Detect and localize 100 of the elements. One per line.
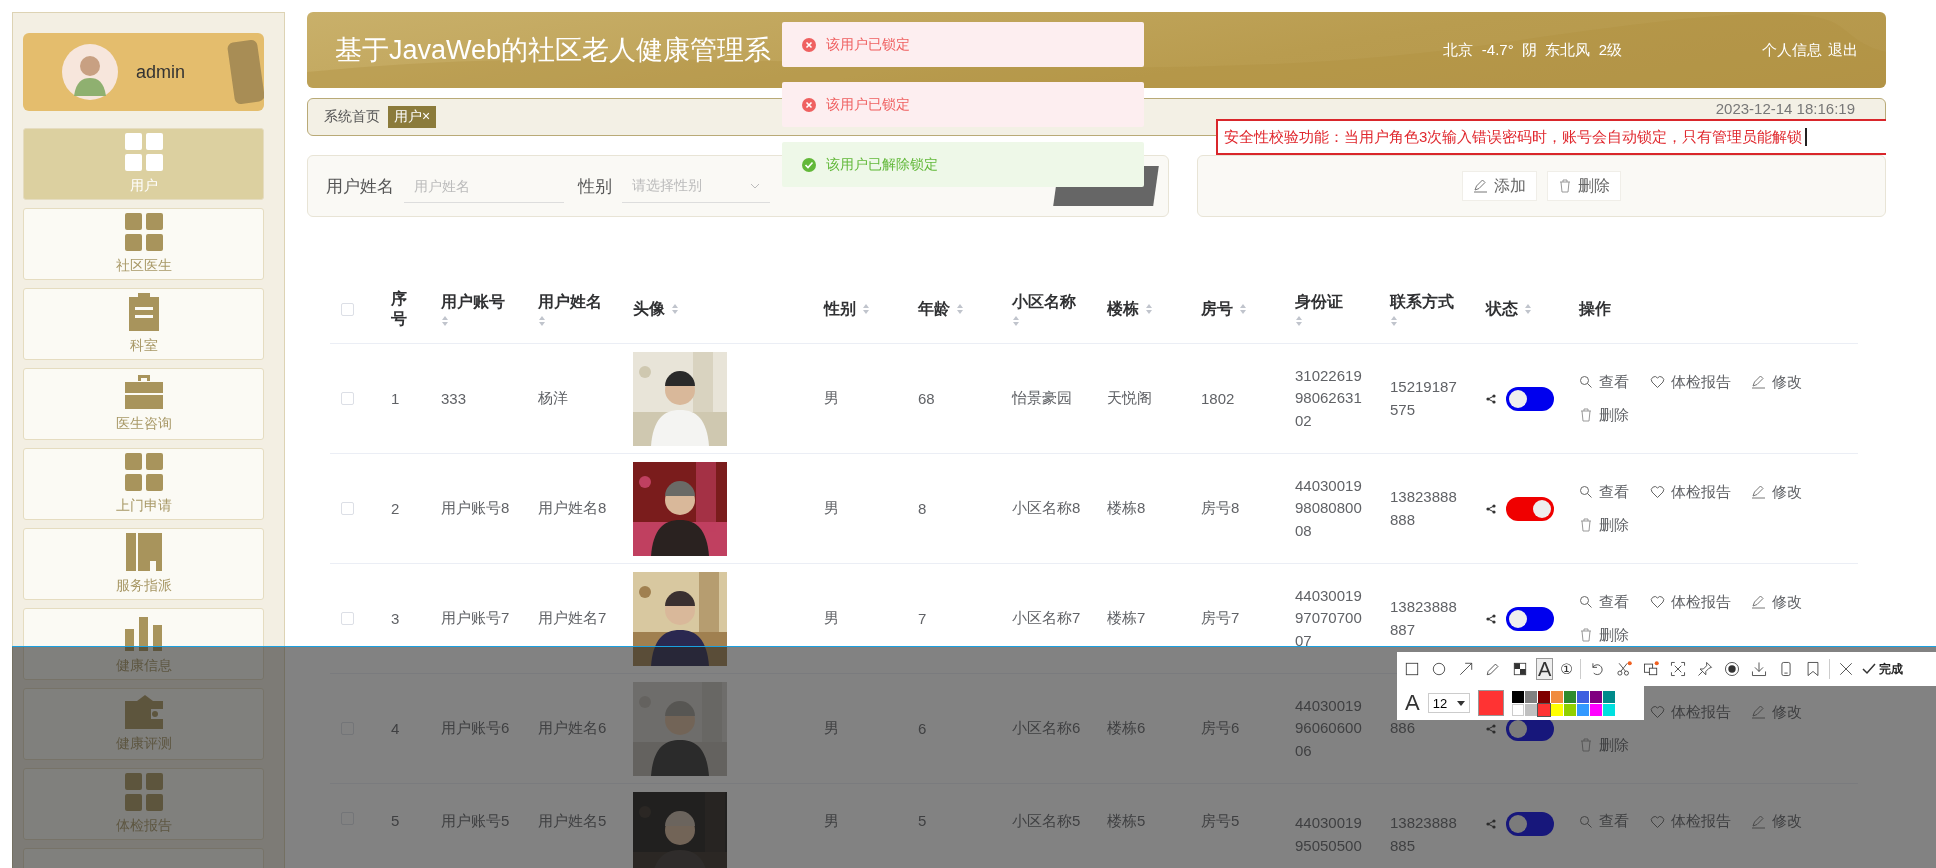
table-cell-text: 886: [1390, 718, 1417, 739]
color-swatch[interactable]: [1563, 703, 1576, 716]
search-icon: [1579, 375, 1593, 389]
weather-info: 北京 -4.7° 阴 东北风 2级: [1443, 40, 1622, 60]
column-header[interactable]: 状态: [1486, 298, 1532, 320]
checkbox[interactable]: [341, 502, 354, 515]
color-swatch[interactable]: [1589, 703, 1602, 716]
grid-icon: [124, 213, 163, 251]
briefcase-icon: [124, 375, 163, 409]
table-cell: 小区名称7: [1012, 609, 1081, 628]
color-swatch[interactable]: [1524, 703, 1537, 716]
building-icon: [125, 533, 162, 571]
done-button[interactable]: 完成: [1861, 660, 1903, 678]
page-tag[interactable]: 用户×: [388, 106, 437, 128]
delete-link[interactable]: 删除: [1579, 625, 1629, 645]
column-header[interactable]: 用户姓名: [538, 291, 602, 327]
color-swatch[interactable]: [1511, 690, 1524, 703]
color-swatch[interactable]: [1576, 690, 1589, 703]
error-circle-icon: [802, 37, 816, 52]
color-swatch[interactable]: [1524, 690, 1537, 703]
delete-button[interactable]: 删除: [1547, 171, 1621, 201]
color-swatch[interactable]: [1602, 690, 1615, 703]
color-swatch[interactable]: [1511, 703, 1524, 716]
column-header[interactable]: 房号: [1201, 298, 1247, 320]
column-header[interactable]: 性别: [824, 298, 870, 320]
table-cell-text: 4403001997070700 07: [1295, 585, 1363, 651]
datetime: 2023-12-14 18:16:19: [1715, 100, 1855, 117]
toast-text: 该用户已锁定: [826, 35, 910, 54]
column-header[interactable]: 小区名称: [1012, 291, 1076, 327]
avatar-icon: [62, 44, 118, 100]
table-cell: 2: [391, 500, 400, 517]
input-field[interactable]: 用户姓名: [404, 169, 564, 203]
status-toggle[interactable]: [1506, 496, 1554, 521]
color-swatch[interactable]: [1537, 690, 1550, 703]
current-color[interactable]: [1477, 690, 1504, 716]
checkbox[interactable]: [341, 392, 354, 405]
search-icon: [1579, 814, 1593, 829]
column-header[interactable]: 头像: [633, 298, 679, 320]
share-icon[interactable]: [1486, 393, 1496, 404]
pencil-icon: [1751, 485, 1766, 499]
table-cell-text: 4403001995050500: [1295, 813, 1363, 856]
status-toggle[interactable]: [1506, 386, 1554, 411]
table-cell-text: 13823888888: [1390, 487, 1458, 530]
text-caret: [1805, 128, 1807, 146]
edit-link[interactable]: 修改: [1751, 482, 1802, 502]
table-cell: 怡景豪园: [1012, 389, 1072, 408]
table-cell-text: 4403001998080800 08: [1295, 475, 1363, 541]
text-tool[interactable]: A: [1536, 658, 1554, 680]
delete-link[interactable]: 删除: [1579, 515, 1629, 535]
edit-link[interactable]: 修改: [1751, 592, 1802, 612]
table-cell: 楼栋5: [1107, 812, 1146, 831]
color-swatch[interactable]: [1563, 690, 1576, 703]
table-cell: 用户账号7: [441, 609, 510, 628]
table-cell: 333: [441, 390, 467, 407]
column-header[interactable]: 身份证: [1295, 291, 1343, 327]
column-header[interactable]: 楼栋: [1107, 298, 1153, 320]
view-link[interactable]: 查看: [1579, 592, 1629, 612]
clipboard-icon: [128, 293, 159, 331]
status-toggle[interactable]: [1506, 812, 1554, 836]
grid-icon: [124, 773, 163, 811]
color-swatch[interactable]: [1602, 703, 1615, 716]
column-header[interactable]: 年龄: [918, 298, 964, 320]
color-swatch[interactable]: [1589, 690, 1602, 703]
share-icon[interactable]: [1486, 613, 1496, 624]
add-button[interactable]: 添加: [1462, 171, 1537, 201]
number-tool[interactable]: ①: [1558, 658, 1575, 680]
report-link[interactable]: 体检报告: [1650, 482, 1731, 502]
breadcrumb-home[interactable]: 系统首页: [324, 108, 380, 126]
trash-icon: [1579, 518, 1593, 532]
font-tool[interactable]: A: [1405, 690, 1420, 716]
grid-icon: [124, 453, 163, 491]
table-cell: 男: [824, 609, 839, 628]
color-swatch[interactable]: [1576, 703, 1589, 716]
table-cell: 68: [918, 390, 935, 407]
status-toggle[interactable]: [1506, 606, 1554, 631]
table-cell: 楼栋7: [1107, 609, 1146, 628]
color-swatch[interactable]: [1537, 703, 1550, 716]
checkbox[interactable]: [341, 612, 354, 625]
column-header[interactable]: 联系方式: [1390, 291, 1454, 327]
table-cell: 男: [824, 499, 839, 518]
wallet-icon: [124, 695, 163, 729]
table-cell: 5: [918, 812, 927, 829]
column-header: 操作: [1579, 298, 1611, 319]
report-link[interactable]: 体检报告: [1650, 372, 1731, 392]
delete-link[interactable]: 删除: [1579, 405, 1629, 425]
checkbox[interactable]: [341, 302, 354, 316]
share-icon[interactable]: [1486, 503, 1496, 514]
column-header[interactable]: 用户账号: [441, 291, 505, 327]
color-swatch[interactable]: [1550, 690, 1563, 703]
view-link[interactable]: 查看: [1579, 482, 1629, 502]
view-link[interactable]: 查看: [1579, 372, 1629, 392]
table-cell: 小区名称5: [1012, 812, 1081, 831]
edit-link[interactable]: 修改: [1751, 372, 1802, 392]
table-cell: 3: [391, 610, 400, 627]
font-size-select[interactable]: 12: [1427, 693, 1470, 713]
table-cell: 用户账号8: [441, 499, 510, 518]
table-cell: 楼栋8: [1107, 499, 1146, 518]
annotation-text: 安全性校验功能：当用户角色3次输入错误密码时，账号会自动锁定，只有管理员能解锁: [1224, 127, 1803, 147]
user-name: admin: [136, 61, 185, 83]
report-link[interactable]: 体检报告: [1650, 592, 1731, 612]
